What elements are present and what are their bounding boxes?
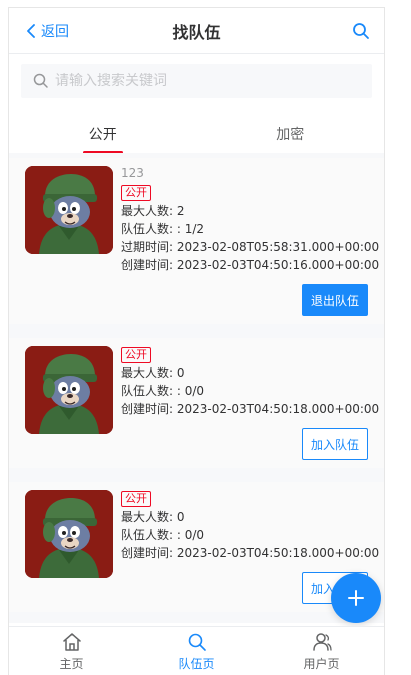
team-info: 123 公开 最大人数: 2 队伍人数: : 1/2 过期时间: 2023-02… (121, 164, 380, 274)
team-list: 123 公开 最大人数: 2 队伍人数: : 1/2 过期时间: 2023-02… (9, 153, 384, 623)
search-input[interactable] (55, 73, 372, 89)
chevron-left-icon (27, 24, 35, 38)
team-description: 123 (121, 166, 144, 180)
team-avatar (25, 166, 113, 254)
tabbar-item-user[interactable]: 用户页 (259, 627, 384, 675)
team-avatar (25, 490, 113, 578)
team-max-members: 最大人数: 2 (121, 204, 185, 218)
search-icon (188, 633, 206, 651)
status-tag: 公开 (121, 491, 151, 507)
status-tag: 公开 (121, 347, 151, 363)
team-create-time: 创建时间: 2023-02-03T04:50:18.000+00:00 (121, 546, 380, 560)
tabs: 公开 加密 (9, 112, 384, 156)
team-member-count: 队伍人数: : 0/0 (121, 384, 205, 398)
app-frame: 返回 找队伍 公开 加密 (8, 7, 385, 675)
home-icon (62, 632, 81, 651)
search-icon (33, 73, 48, 88)
team-info: 公开 最大人数: 0 队伍人数: : 0/0 创建时间: 2023-02-03T… (121, 488, 380, 562)
team-avatar (25, 346, 113, 434)
nav-bar: 返回 找队伍 (9, 8, 384, 54)
team-member-count: 队伍人数: : 1/2 (121, 222, 205, 236)
create-team-button[interactable] (331, 573, 381, 623)
back-button[interactable]: 返回 (25, 8, 69, 54)
tabbar-label: 主页 (59, 656, 84, 671)
tabbar-label: 队伍页 (178, 656, 215, 671)
team-card: 公开 最大人数: 0 队伍人数: : 0/0 创建时间: 2023-02-03T… (9, 338, 384, 468)
search-box[interactable] (21, 64, 372, 98)
tabbar-item-home[interactable]: 主页 (9, 627, 134, 675)
tab-public[interactable]: 公开 (9, 112, 197, 156)
status-tag: 公开 (121, 185, 151, 201)
team-member-count: 队伍人数: : 0/0 (121, 528, 205, 542)
search-button[interactable] (352, 8, 370, 54)
quit-team-button[interactable]: 退出队伍 (301, 284, 368, 316)
search-bar (9, 55, 384, 105)
team-max-members: 最大人数: 0 (121, 366, 185, 380)
tabbar-label: 用户页 (303, 656, 340, 671)
team-card: 123 公开 最大人数: 2 队伍人数: : 1/2 过期时间: 2023-02… (9, 158, 384, 324)
bottom-tabbar: 主页 队伍页 用户页 (9, 626, 384, 675)
tab-encrypted[interactable]: 加密 (197, 112, 385, 156)
back-label: 返回 (41, 24, 69, 40)
user-icon (312, 632, 332, 651)
search-icon (353, 23, 369, 39)
tabbar-item-team[interactable]: 队伍页 (134, 627, 259, 675)
join-team-button[interactable]: 加入队伍 (301, 428, 368, 460)
team-max-members: 最大人数: 0 (121, 510, 185, 524)
team-card: 公开 最大人数: 0 队伍人数: : 0/0 创建时间: 2023-02-03T… (9, 482, 384, 612)
team-create-time: 创建时间: 2023-02-03T04:50:18.000+00:00 (121, 402, 380, 416)
plus-icon (348, 590, 364, 606)
team-info: 公开 最大人数: 0 队伍人数: : 0/0 创建时间: 2023-02-03T… (121, 344, 380, 418)
team-create-time: 创建时间: 2023-02-03T04:50:16.000+00:00 (121, 258, 380, 272)
team-expire-time: 过期时间: 2023-02-08T05:58:31.000+00:00 (121, 240, 380, 254)
